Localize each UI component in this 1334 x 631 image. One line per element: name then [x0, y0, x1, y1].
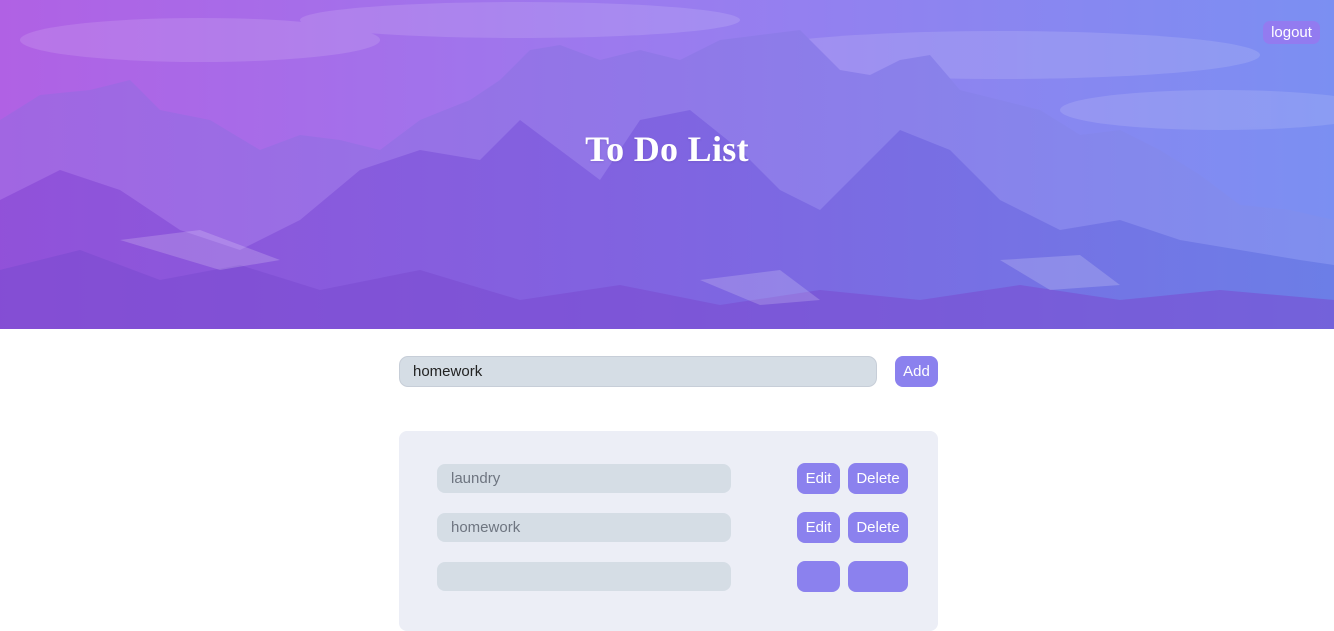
- logout-button[interactable]: logout: [1263, 21, 1320, 44]
- edit-button[interactable]: [797, 561, 840, 592]
- add-todo-form: Add: [399, 356, 938, 387]
- todo-list: Edit Delete Edit Delete: [399, 431, 938, 631]
- add-button[interactable]: Add: [895, 356, 938, 387]
- list-item: [437, 561, 908, 592]
- page-title: To Do List: [585, 129, 749, 169]
- todo-text-field[interactable]: [437, 464, 731, 493]
- delete-button[interactable]: Delete: [848, 512, 908, 543]
- todo-text-field[interactable]: [437, 562, 731, 591]
- todo-text-field[interactable]: [437, 513, 731, 542]
- edit-button[interactable]: Edit: [797, 463, 840, 494]
- delete-button[interactable]: Delete: [848, 463, 908, 494]
- new-todo-input[interactable]: [399, 356, 877, 387]
- list-item: Edit Delete: [437, 463, 908, 494]
- list-item: Edit Delete: [437, 512, 908, 543]
- delete-button[interactable]: [848, 561, 908, 592]
- hero-banner: To Do List logout: [0, 0, 1334, 329]
- edit-button[interactable]: Edit: [797, 512, 840, 543]
